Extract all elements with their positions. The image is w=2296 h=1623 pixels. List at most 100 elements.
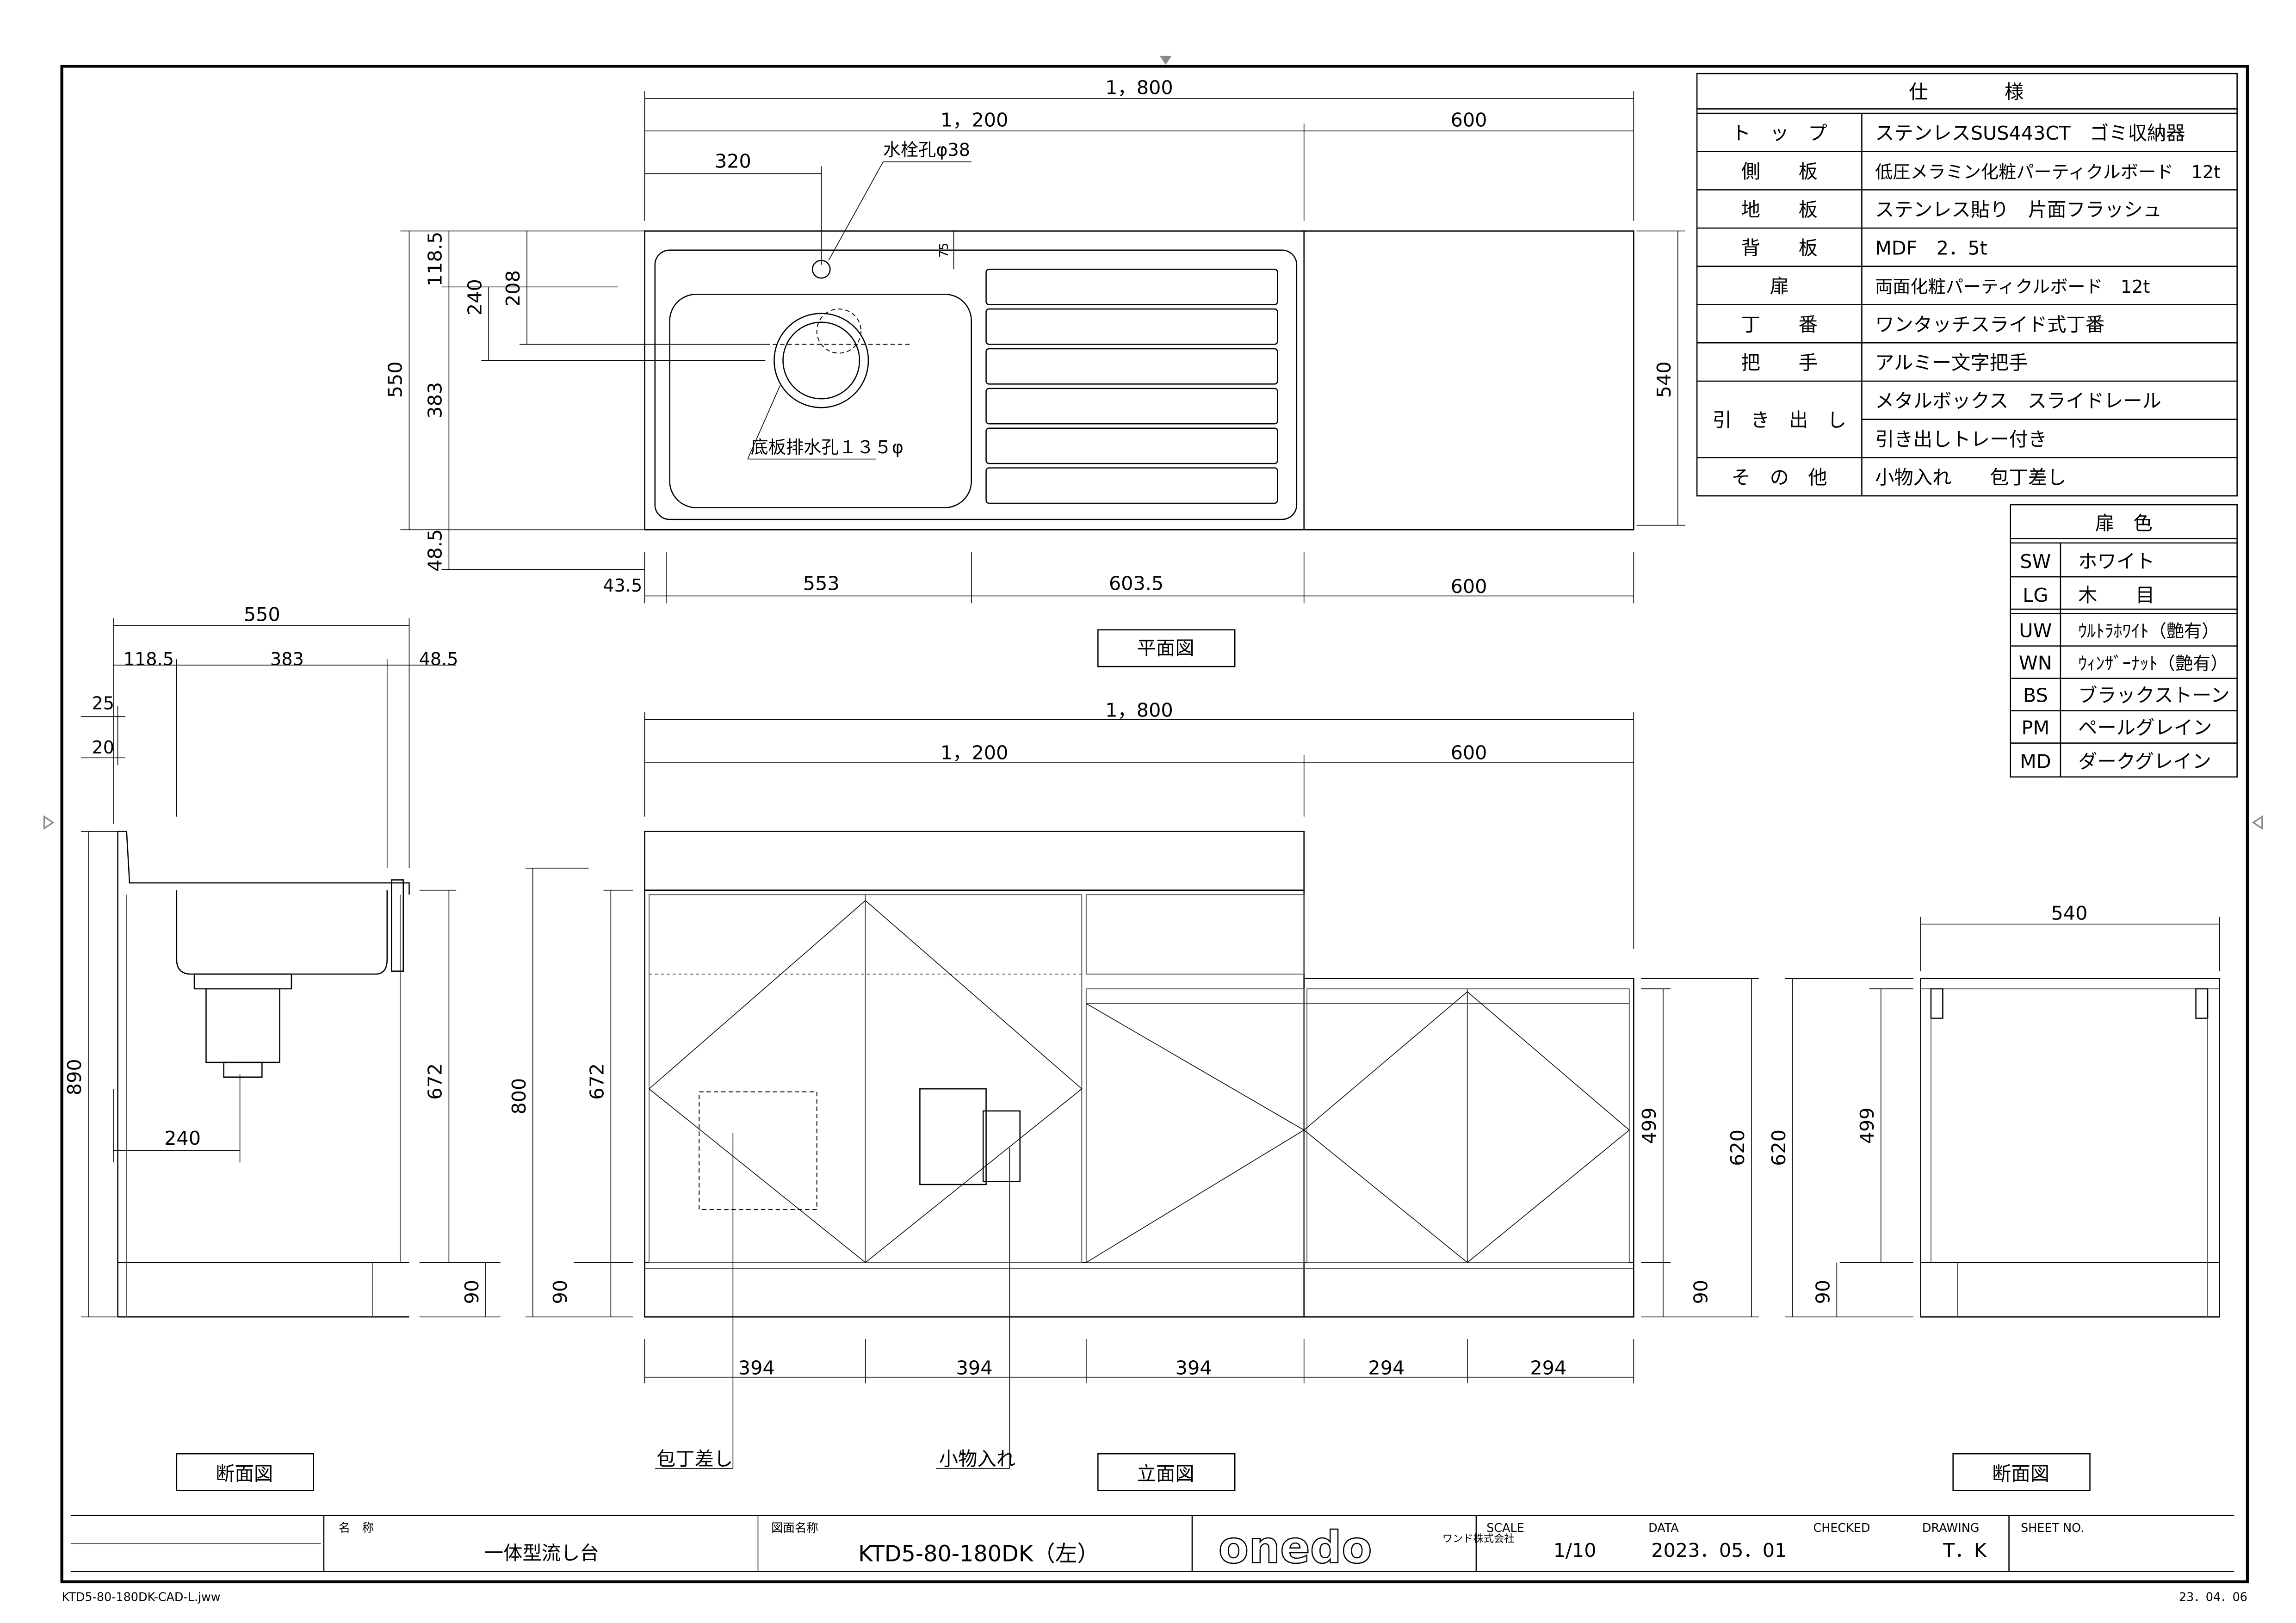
- dim-800: 800: [508, 1078, 530, 1115]
- color-table-title: 扉 色: [2095, 512, 2153, 534]
- spec-label: 背 板: [1741, 237, 1818, 259]
- elevation-view-label: 立面図: [1137, 1463, 1194, 1485]
- dim-540: 540: [2051, 902, 2088, 924]
- company-logo: onedo: [1219, 1522, 1372, 1574]
- drawing-sheet: 仕 様 ト ッ プ ステンレスSUS443CT ゴミ収納器 側 板 低圧メラミン…: [0, 0, 2296, 1623]
- dim-43: 43.5: [603, 576, 642, 596]
- spec-table-title: 仕 様: [1909, 81, 2024, 103]
- drain-hole-label: 底板排水孔１３５φ: [751, 438, 904, 458]
- dim-118: 118.5: [124, 649, 174, 670]
- spec-value: 小物入れ 包丁差し: [1875, 467, 2066, 489]
- dim-door-5: 294: [1530, 1357, 1566, 1379]
- spec-label: ト ッ プ: [1732, 122, 1827, 144]
- dim-620: 620: [1727, 1129, 1749, 1166]
- dim-right: 600: [1451, 109, 1487, 131]
- color-name: ｳﾙﾄﾗﾎﾜｲﾄ（艶有）: [2078, 622, 2219, 642]
- footer-date: 23．04．06: [2179, 1590, 2247, 1604]
- color-code: BS: [2023, 684, 2048, 706]
- drawing-name: KTD5-80-180DK（左）: [858, 1541, 1099, 1567]
- date-value: 2023．05．01: [1651, 1539, 1787, 1561]
- spec-value: 引き出しトレー付き: [1875, 428, 2047, 450]
- dim-90: 90: [549, 1280, 571, 1304]
- drawing-by: T．K: [1943, 1539, 1987, 1561]
- spec-value: ステンレスSUS443CT ゴミ収納器: [1875, 122, 2185, 144]
- spec-label: 丁 番: [1741, 314, 1818, 336]
- color-name: ホワイト: [2078, 550, 2154, 573]
- checked-label: CHECKED: [1813, 1521, 1870, 1535]
- dim-672: 672: [424, 1063, 446, 1100]
- dim-door-2: 394: [956, 1357, 993, 1379]
- dim-890: 890: [63, 1059, 86, 1095]
- dim-672: 672: [586, 1063, 608, 1100]
- dim-48: 48.5: [419, 649, 458, 670]
- spec-value: 両面化粧パーティクルボード 12t: [1875, 277, 2150, 297]
- sheet-label: SHEET NO.: [2021, 1521, 2084, 1535]
- drawing-label: DRAWING: [1922, 1521, 1980, 1535]
- dim-20: 20: [92, 738, 114, 758]
- tap-hole-label: 水栓孔φ38: [883, 140, 970, 160]
- dim-90: 90: [1812, 1280, 1834, 1304]
- spec-label: 把 手: [1741, 352, 1818, 374]
- dim-600: 600: [1451, 575, 1487, 598]
- color-name: ペールグレイン: [2078, 716, 2212, 739]
- color-code: MD: [2020, 751, 2051, 773]
- dim-door-4: 294: [1368, 1357, 1405, 1379]
- dim-door-1: 394: [738, 1357, 775, 1379]
- left-section-label: 断面図: [216, 1463, 273, 1485]
- color-name: 木 目: [2078, 584, 2154, 606]
- dim-tap-offset: 320: [715, 150, 751, 173]
- spec-value: ステンレス貼り 片面フラッシュ: [1875, 199, 2162, 221]
- dim-208: 208: [502, 270, 524, 307]
- drawing-name-label: 図面名称: [771, 1521, 818, 1535]
- dim-depth-540: 540: [1653, 361, 1675, 398]
- spec-label: 側 板: [1741, 160, 1818, 183]
- spec-value: ワンタッチスライド式丁番: [1875, 314, 2104, 336]
- dim-620: 620: [1768, 1129, 1790, 1166]
- spec-label: そ の 他: [1732, 467, 1827, 489]
- dim-sink: 1，200: [941, 742, 1009, 764]
- dim-240: 240: [164, 1127, 201, 1149]
- dim-553: 553: [803, 573, 840, 595]
- knife-holder-callout: 包丁差し: [656, 1448, 733, 1470]
- dim-240: 240: [464, 279, 486, 315]
- dim-sink: 1，200: [941, 109, 1009, 131]
- dim-499: 499: [1638, 1107, 1660, 1144]
- color-name: ダークグレイン: [2078, 751, 2211, 773]
- dim-75: 75: [937, 243, 951, 258]
- color-name: ブラックストーン: [2078, 684, 2229, 706]
- color-code: SW: [2020, 550, 2051, 573]
- color-name: ｳｨﾝｻﾞｰﾅｯﾄ（艶有）: [2078, 654, 2228, 674]
- color-code: UW: [2019, 620, 2052, 642]
- spec-label: 地 板: [1741, 199, 1818, 221]
- color-code: PM: [2022, 716, 2050, 739]
- dim-right: 600: [1451, 742, 1487, 764]
- dim-499: 499: [1856, 1107, 1878, 1144]
- color-code: WN: [2019, 652, 2052, 674]
- dim-118: 118.5: [424, 232, 446, 286]
- dim-25: 25: [92, 693, 114, 714]
- dim-603: 603.5: [1109, 573, 1163, 595]
- right-section-label: 断面図: [1992, 1463, 2049, 1485]
- spec-value: メタルボックス スライドレール: [1875, 390, 2161, 412]
- dim-90: 90: [461, 1280, 483, 1304]
- dim-depth-550: 550: [384, 361, 407, 398]
- scale-label: SCALE: [1486, 1521, 1524, 1535]
- dim-total: 1，800: [1105, 699, 1173, 721]
- plan-view-label: 平面図: [1137, 637, 1194, 660]
- dim-90: 90: [1690, 1280, 1712, 1304]
- spec-value: 低圧メラミン化粧パーティクルボード 12t: [1875, 162, 2221, 183]
- dim-383: 383: [424, 382, 446, 419]
- spec-value: MDF 2．5t: [1875, 237, 1987, 259]
- dim-550: 550: [244, 604, 280, 626]
- footer-file: KTD5-80-180DK-CAD-L.jww: [62, 1590, 221, 1604]
- date-label: DATA: [1648, 1521, 1679, 1535]
- spec-label: 引 き 出 し: [1713, 409, 1846, 432]
- name-label: 名 称: [339, 1521, 374, 1535]
- spec-value: アルミー文字把手: [1875, 352, 2028, 374]
- dim-door-3: 394: [1176, 1357, 1212, 1379]
- product-name: 一体型流し台: [484, 1542, 599, 1564]
- spec-label: 扉: [1770, 275, 1789, 297]
- color-code: LG: [2023, 584, 2048, 606]
- dim-383: 383: [270, 649, 304, 670]
- dim-48: 48.5: [424, 529, 446, 572]
